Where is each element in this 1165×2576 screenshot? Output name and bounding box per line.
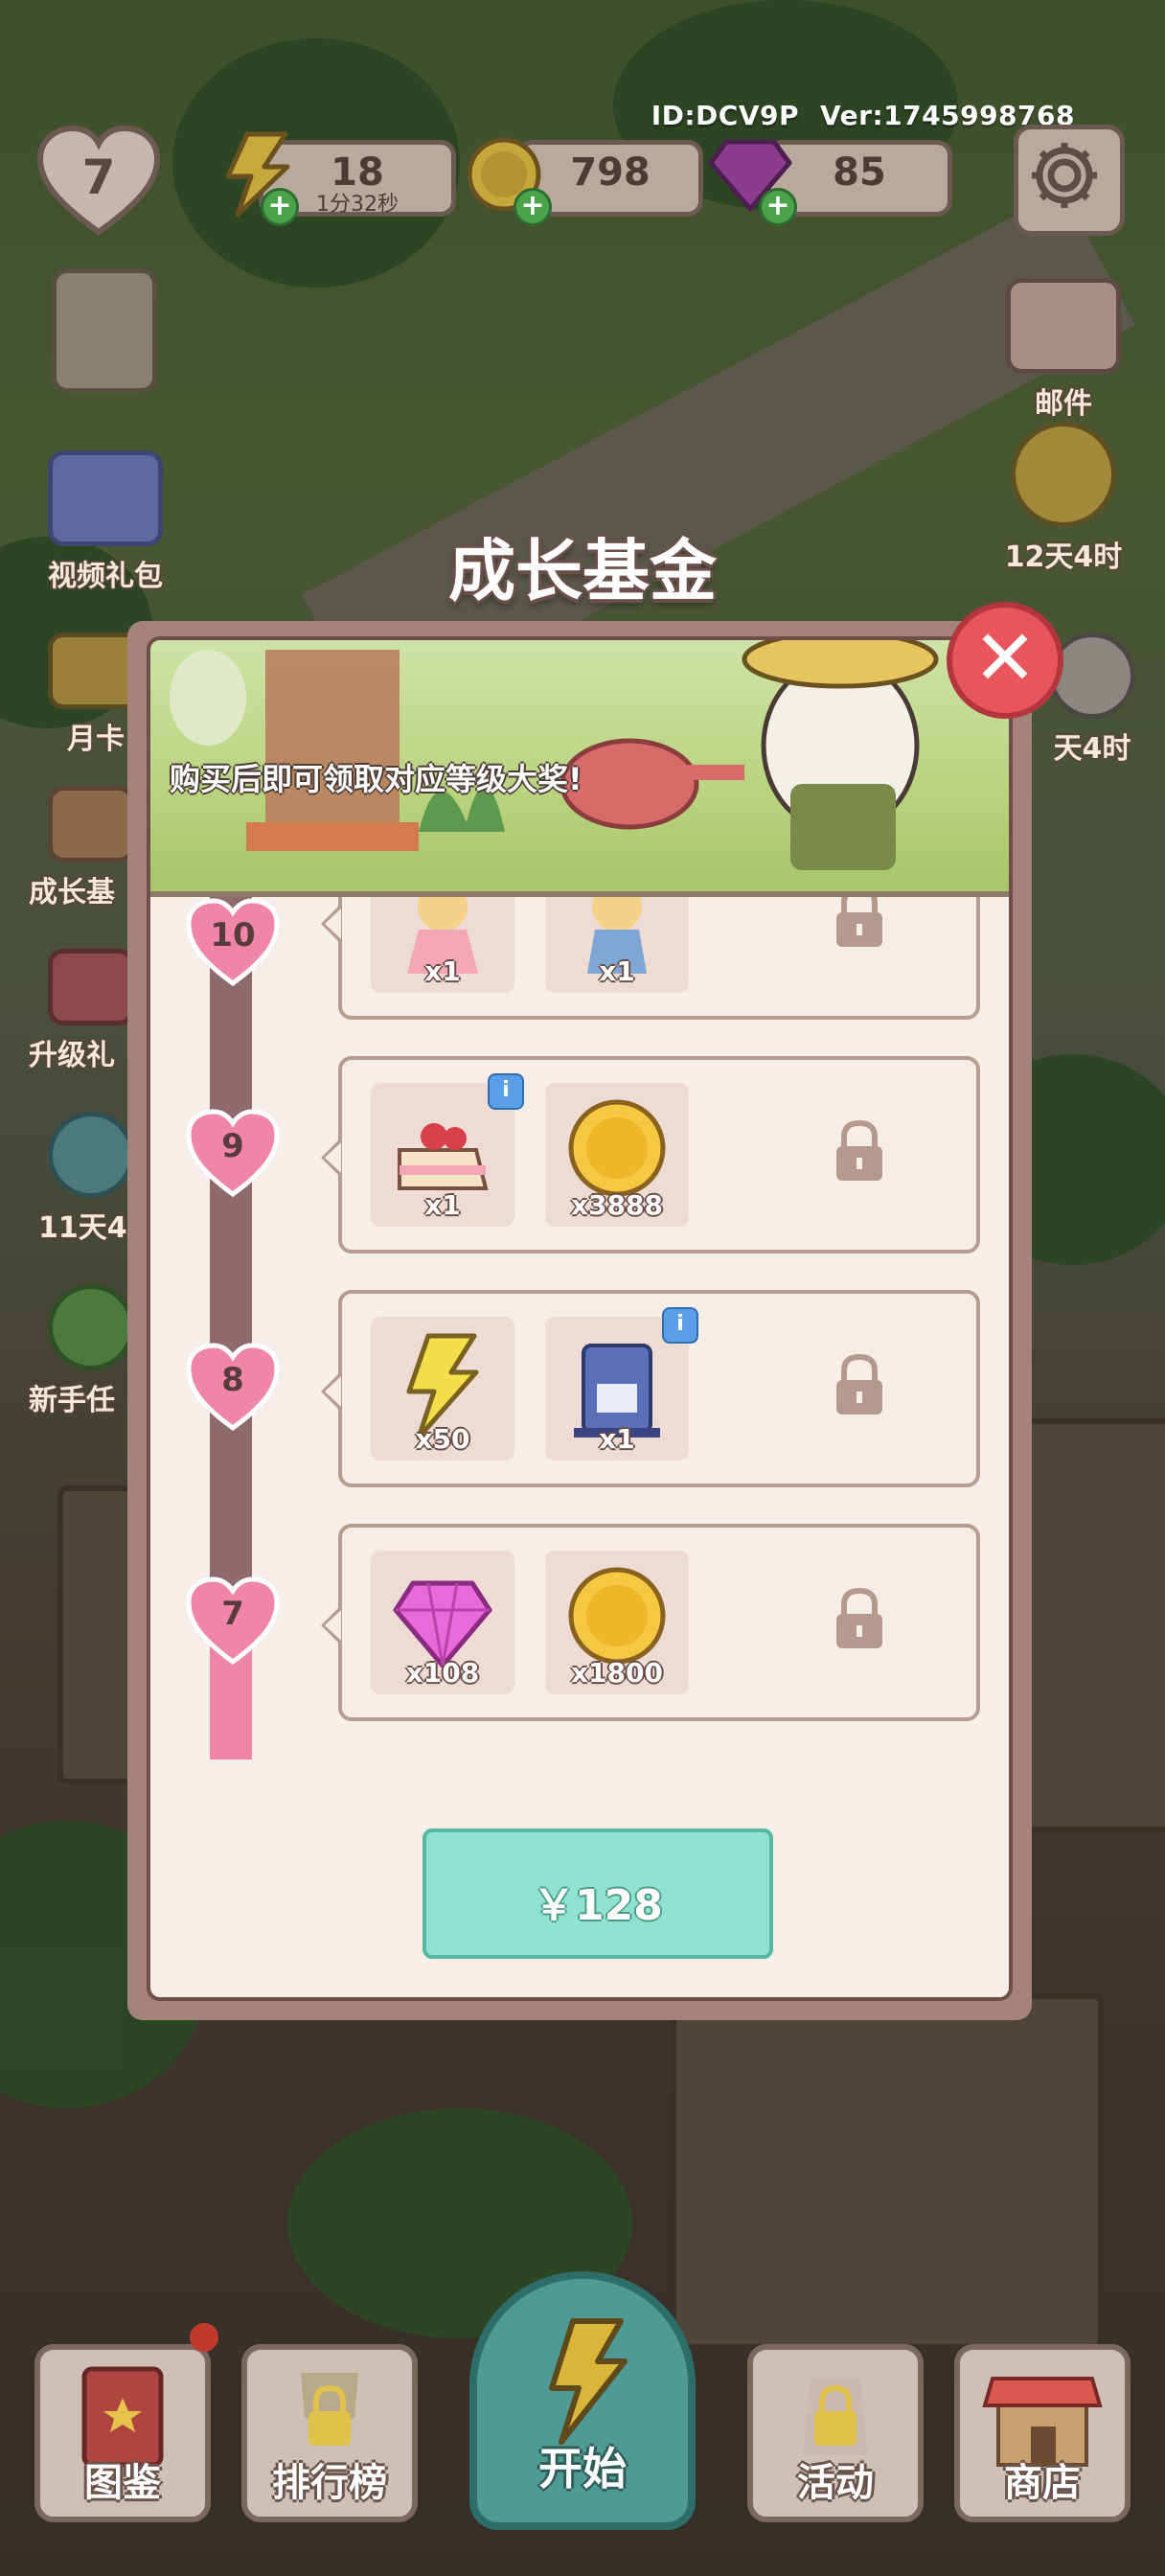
reward-qty: x3888 — [571, 1189, 663, 1221]
reward-qty: x50 — [415, 1423, 470, 1455]
player-level-badge[interactable]: 7 — [36, 125, 161, 238]
gear-icon — [1032, 143, 1097, 208]
panda-icon — [1049, 632, 1135, 719]
level-number: 8 — [221, 1361, 244, 1399]
reward-qty: x1800 — [571, 1657, 663, 1689]
fund-icon — [48, 786, 134, 862]
level-heart-badge: 8 — [185, 1342, 281, 1434]
reward-row-level-10: 10 x1 x1 — [150, 897, 1009, 1025]
growth-fund-button[interactable]: 成长基 — [29, 786, 144, 910]
nav-leaderboard-button[interactable]: 排行榜 — [241, 2344, 418, 2522]
reward-card: x50 x1 i — [321, 1290, 980, 1487]
level-heart-badge: 7 — [185, 1576, 281, 1668]
mail-icon — [1006, 278, 1121, 374]
add-energy-button[interactable]: + — [261, 188, 299, 226]
reward-qty: x1 — [424, 1189, 461, 1221]
close-icon: ✕ — [972, 613, 1038, 702]
player-id: ID:DCV9P — [651, 100, 800, 131]
banner-caption: 购买后即可领取对应等级大奖! — [170, 761, 582, 797]
mail-button[interactable]: 邮件 — [996, 278, 1131, 422]
character-icon — [48, 1112, 134, 1198]
rabbit-icon — [1011, 422, 1116, 527]
reward-card: x1 x1 — [321, 897, 980, 1020]
lock-icon — [836, 1353, 882, 1414]
reward-card: x1 i x3888 — [321, 1056, 980, 1254]
reward-qty: x1 — [424, 955, 461, 987]
add-gems-button[interactable]: + — [759, 188, 797, 226]
growth-fund-label: 成长基 — [29, 876, 115, 909]
reward-row-level-9: 9 x1 i x3888 — [150, 1056, 1009, 1259]
level-number: 9 — [221, 1127, 244, 1165]
frog-icon — [48, 1284, 134, 1370]
star-icon — [52, 268, 157, 393]
player-info: ID:DCV9P Ver:1745998768 — [630, 100, 1075, 131]
gem-value: 85 — [833, 150, 886, 195]
lock-icon — [836, 897, 882, 947]
reward-slot[interactable]: x1 — [545, 897, 689, 993]
lock-icon — [836, 1587, 882, 1648]
reward-row-level-7: 7 x108 x1800 — [150, 1524, 1009, 1727]
purchase-button[interactable]: ￥128 — [423, 1828, 773, 1959]
reward-slot[interactable]: x1 — [371, 897, 514, 993]
modal-title: 成长基金 — [448, 532, 717, 610]
level-heart-badge: 9 — [185, 1108, 281, 1200]
gift-icon — [48, 949, 134, 1025]
star-task-button[interactable] — [52, 268, 157, 399]
coin-value: 798 — [570, 150, 651, 195]
start-label: 开始 — [538, 2443, 627, 2495]
panda-event-label: 天4时 — [1053, 732, 1131, 766]
info-badge[interactable]: i — [662, 1307, 698, 1344]
nav-shop-label: 商店 — [1004, 2461, 1081, 2505]
nav-activity-button[interactable]: 活动 — [747, 2344, 924, 2522]
reward-slot[interactable]: x50 — [371, 1317, 514, 1460]
modal-panel: 购买后即可领取对应等级大奖! 10 x1 x1 9 x1 i x3888 8 x… — [147, 636, 1013, 2001]
levelup-gift-label: 升级礼 — [29, 1039, 115, 1072]
player-level: 7 — [81, 150, 116, 205]
reward-slot[interactable]: x1 i — [545, 1307, 698, 1460]
info-badge[interactable]: i — [488, 1073, 524, 1110]
nav-shop-button[interactable]: 商店 — [954, 2344, 1131, 2522]
reward-slot[interactable]: x108 — [371, 1551, 514, 1694]
reward-card: x108 x1800 — [321, 1524, 980, 1721]
newbie-task-label: 新手任 — [29, 1384, 115, 1417]
reward-qty: x108 — [405, 1657, 480, 1689]
price-label: ￥128 — [533, 1881, 663, 1930]
mail-label: 邮件 — [1035, 387, 1092, 421]
reward-row-level-8: 8 x50 x1 i — [150, 1290, 1009, 1493]
nav-leaderboard-label: 排行榜 — [272, 2461, 387, 2505]
modal-banner: 购买后即可领取对应等级大奖! — [150, 640, 1009, 897]
newbie-task-button[interactable]: 新手任 — [29, 1284, 144, 1418]
reward-qty: x1 — [599, 1423, 635, 1455]
settings-button[interactable] — [1014, 125, 1125, 236]
close-button[interactable]: ✕ — [947, 602, 1063, 719]
monthly-card-button[interactable]: 月卡 — [29, 632, 144, 757]
notification-dot — [190, 2323, 218, 2352]
reward-list[interactable]: 10 x1 x1 9 x1 i x3888 8 x50 x1 i 7 x108 … — [150, 897, 1009, 1760]
monthly-card-label: 月卡 — [67, 723, 125, 756]
start-button[interactable]: 开始 — [469, 2271, 696, 2530]
levelup-gift-button[interactable]: 升级礼 — [29, 949, 144, 1073]
level-number: 10 — [210, 916, 256, 954]
growth-fund-modal: 购买后即可领取对应等级大奖! 10 x1 x1 9 x1 i x3888 8 x… — [127, 621, 1032, 2020]
level-heart-badge: 10 — [185, 897, 281, 989]
level-number: 7 — [221, 1595, 244, 1633]
lock-icon — [836, 1119, 882, 1181]
add-coins-button[interactable]: + — [514, 188, 552, 226]
nav-activity-label: 活动 — [797, 2461, 874, 2505]
nav-collection-button[interactable]: 图鉴 — [34, 2344, 211, 2522]
reward-qty: x1 — [599, 955, 635, 987]
reward-slot[interactable]: x3888 — [545, 1083, 689, 1227]
reward-slot[interactable]: x1800 — [545, 1551, 689, 1694]
nav-collection-label: 图鉴 — [84, 2461, 161, 2505]
reward-slot[interactable]: x1 i — [371, 1073, 524, 1227]
